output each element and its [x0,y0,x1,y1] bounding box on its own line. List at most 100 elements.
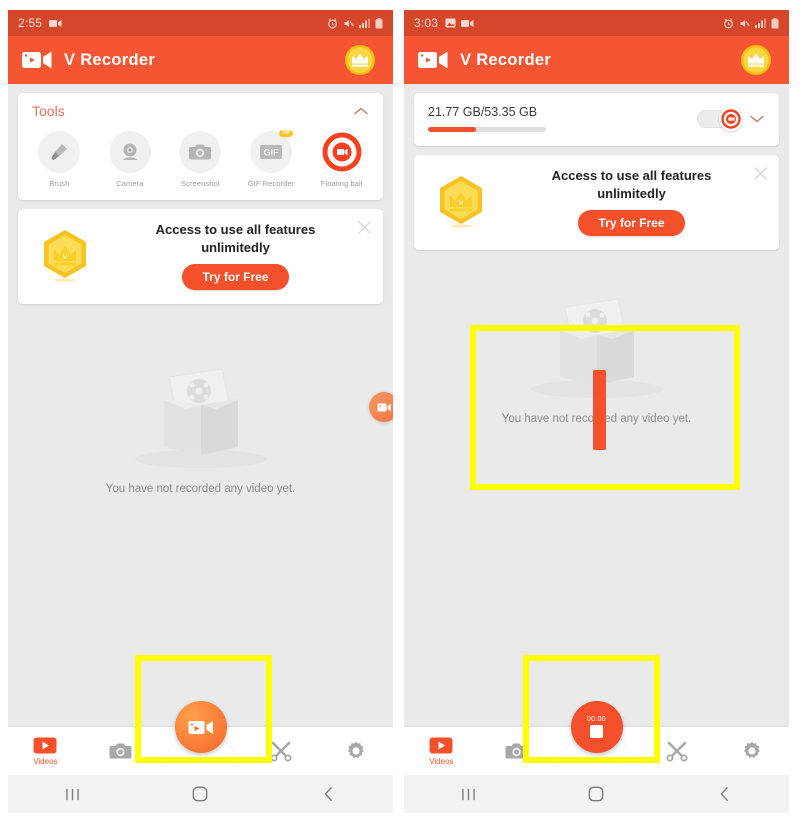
try-for-free-button[interactable]: Try for Free [182,264,289,291]
status-bar-left-icons [49,19,62,28]
vip-badge: VIP [279,130,294,137]
tools-list: Brush Camera Screenshot GIF VIP GIF Reco… [18,125,383,200]
android-nav-bar [8,775,393,813]
screenshot-canvas: 2:55 V Recorder Tools Brush Camera Scree… [0,0,800,823]
storage-card: 21.77 GB/53.35 GB [414,93,779,146]
tools-scissors-icon [270,741,292,762]
tool-gif-recorder[interactable]: GIF VIP GIF Recorder [238,130,304,188]
svg-text:V: V [459,200,464,207]
gif-icon-wrap: GIF VIP [250,130,294,173]
mute-icon [740,19,750,27]
alarm-icon [724,18,733,28]
record-ring-icon [322,132,362,172]
status-bar: 3:03 [404,10,789,36]
video-recorder-icon [461,19,474,27]
camera-icon [109,743,132,759]
status-bar-right-icons [327,17,383,29]
battery-icon [771,17,779,28]
app-title: V Recorder [64,50,156,69]
crown-hexagon-icon: V [44,229,86,282]
video-camera-icon [377,403,391,411]
video-recorder-icon [49,19,62,27]
svg-text:GIF: GIF [264,148,280,158]
alarm-icon [328,18,337,28]
app-bar: V Recorder [8,36,393,84]
storage-progress-track [428,127,546,132]
status-bar-right-icons [723,17,779,29]
close-icon[interactable] [358,221,371,234]
signal-icon [359,18,370,28]
tool-brush[interactable]: Brush [26,131,92,188]
back-icon[interactable] [705,775,745,813]
promo-banner: V Access to use all features unlimitedly… [18,209,383,305]
crown-icon[interactable] [343,43,377,77]
status-bar: 2:55 [8,10,393,36]
nav-item-videos[interactable]: Videos [404,727,479,775]
svg-text:V: V [63,254,68,261]
record-toggle-icon [721,108,741,129]
gear-icon [743,741,760,758]
empty-state-text: You have not recorded any video yet. [105,483,296,495]
try-for-free-button[interactable]: Try for Free [578,210,685,237]
camera-icon-wrap [179,131,222,173]
tools-scissors-icon [666,741,688,762]
tool-label: Camera [116,179,144,188]
promo-banner: V Access to use all features unlimitedly… [414,155,779,251]
videos-icon [33,737,57,753]
nav-label-videos: Videos [33,756,58,766]
record-toggle[interactable] [697,106,743,132]
promo-title: Access to use all features unlimitedly [155,222,316,255]
nav-item-settings[interactable] [318,727,393,775]
nav-item-settings[interactable] [714,727,789,775]
app-title: V Recorder [460,50,552,69]
brush-icon-wrap [38,131,81,173]
home-icon[interactable] [180,775,220,813]
camera-icon [189,144,212,160]
back-icon[interactable] [309,775,349,813]
status-bar-left-icons [445,18,474,28]
storage-text: 21.77 GB/53.35 GB [428,105,538,119]
mute-icon [344,19,354,27]
chevron-up-icon[interactable] [353,106,369,116]
gif-icon: GIF [260,145,283,159]
image-icon [445,18,456,28]
tool-floating-ball[interactable]: Floating ball [309,131,375,188]
highlight-box-empty-state [470,325,740,490]
app-bar: V Recorder [404,36,789,84]
record-ring-icon-wrap [321,131,363,173]
tool-label: Screenshot [181,179,220,188]
crown-icon[interactable] [739,43,773,77]
status-bar-time: 2:55 [18,16,43,30]
tool-label: Brush [49,179,70,188]
tool-label: Floating ball [320,179,363,188]
status-bar-time: 3:03 [414,16,439,30]
signal-icon [755,18,766,28]
chevron-down-icon[interactable] [749,114,765,124]
floating-ball[interactable] [369,392,393,422]
home-icon[interactable] [576,775,616,813]
highlight-box-stop-fab [523,655,660,763]
webcam-icon [122,143,137,160]
promo-title: Access to use all features unlimitedly [551,168,712,201]
nav-item-videos[interactable]: Videos [8,727,83,775]
battery-icon [375,17,383,28]
tool-label: GIF Recorder [247,179,295,188]
tool-camera[interactable]: Camera [97,131,163,188]
crown-hexagon-icon: V [440,175,482,228]
gear-icon [347,741,364,758]
tools-card: Tools Brush Camera Screenshot GIF VIP GI… [18,93,383,200]
video-camera-icon [22,51,52,69]
empty-state: You have not recorded any video yet. [8,355,393,495]
close-icon[interactable] [754,167,767,180]
recents-icon[interactable] [52,775,92,813]
recents-icon[interactable] [448,775,488,813]
tools-card-header[interactable]: Tools [18,93,383,125]
nav-label-videos: Videos [429,756,454,766]
android-nav-bar [404,775,789,813]
brush-icon [51,144,68,160]
videos-icon [429,737,453,753]
webcam-icon-wrap [108,131,151,173]
video-camera-icon [418,51,448,69]
tool-screenshot[interactable]: Screenshot [167,131,233,188]
tools-title: Tools [32,103,65,119]
